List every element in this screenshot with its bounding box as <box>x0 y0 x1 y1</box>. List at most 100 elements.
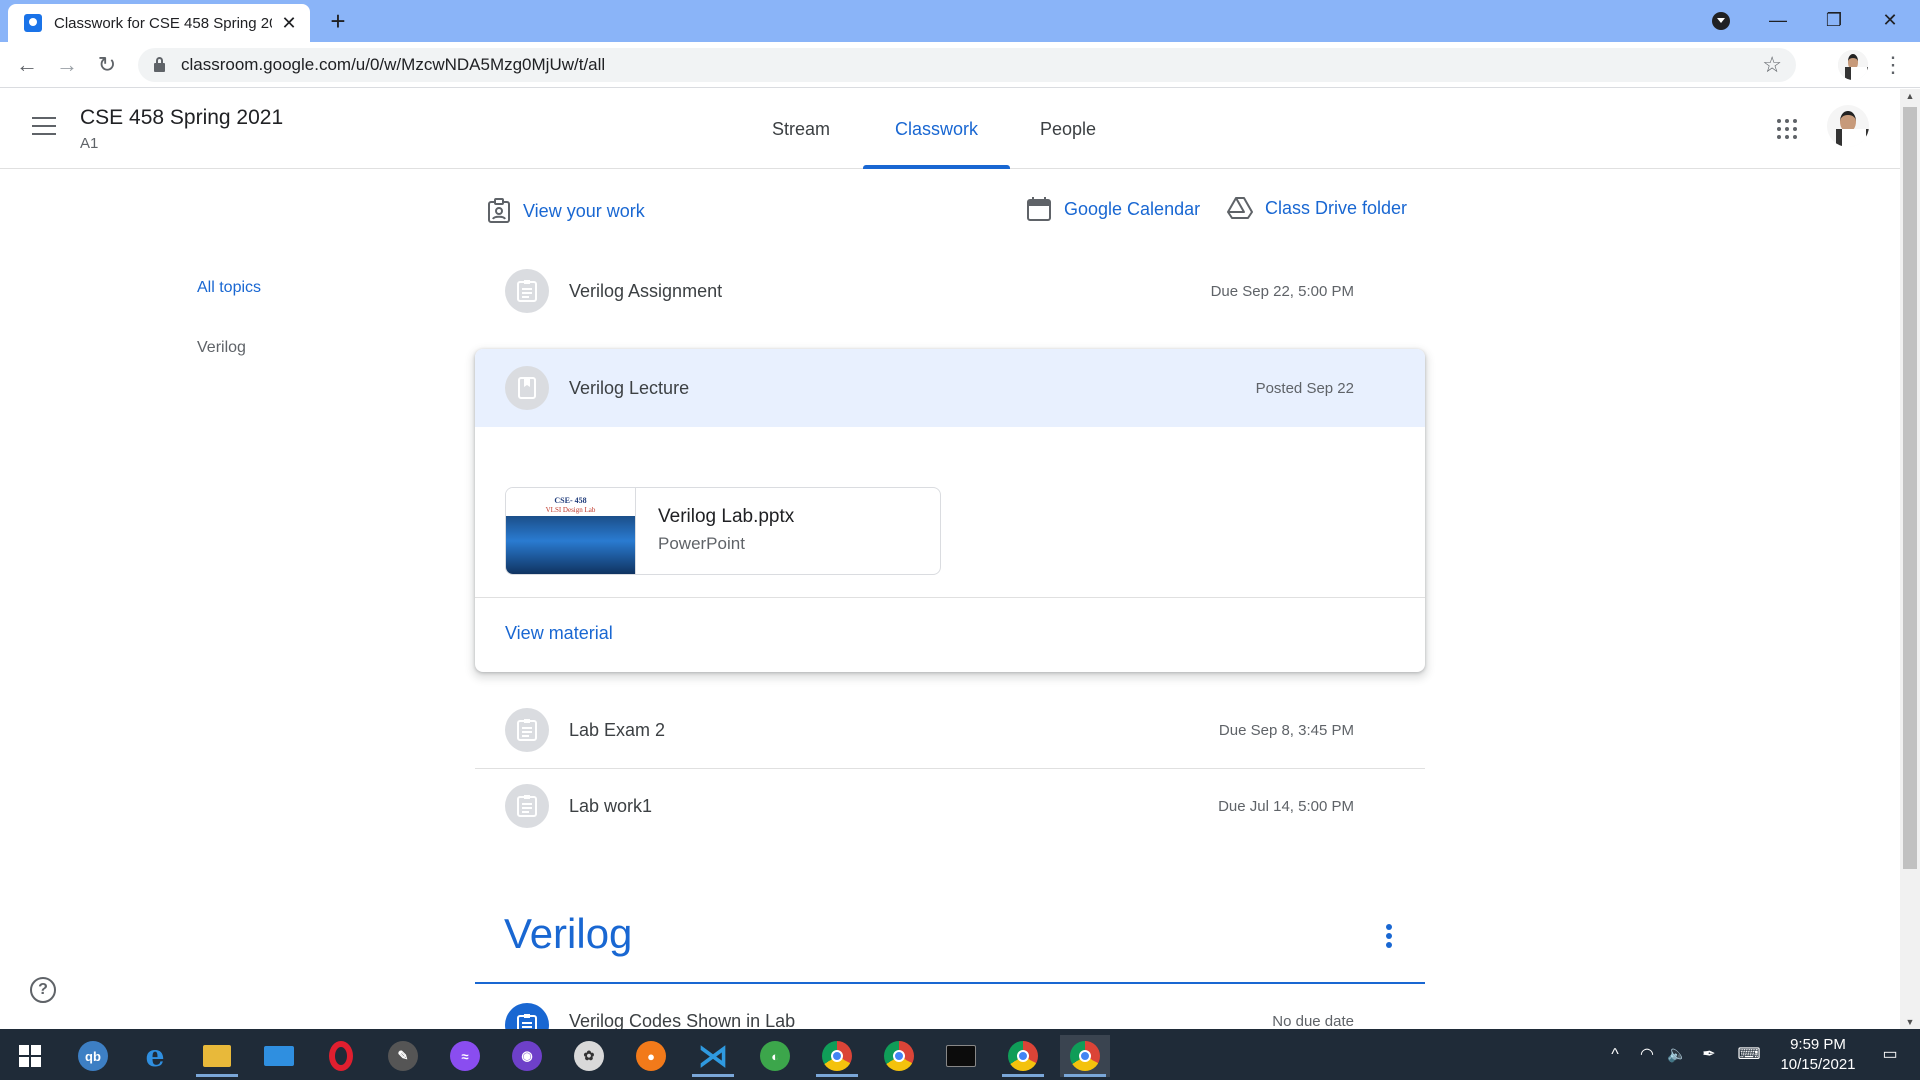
chrome-icon[interactable] <box>874 1035 924 1077</box>
class-drive-folder-label: Class Drive folder <box>1265 197 1408 218</box>
class-title[interactable]: CSE 458 Spring 2021 <box>80 106 283 130</box>
topic-all-topics[interactable]: All topics <box>197 279 261 297</box>
item-title: Verilog Assignment <box>569 280 723 301</box>
page-scrollbar[interactable]: ▲ ▼ <box>1900 89 1920 1029</box>
attachment-type: PowerPoint <box>658 534 745 553</box>
item-due-date: Due Sep 22, 5:00 PM <box>1210 282 1354 300</box>
forward-button[interactable]: → <box>52 50 82 80</box>
firefox-icon[interactable]: ● <box>626 1035 676 1077</box>
clock-time: 9:59 PM <box>1790 1036 1846 1053</box>
tab-stream[interactable]: Stream <box>748 89 854 169</box>
bookmark-star-icon[interactable]: ☆ <box>1762 52 1782 78</box>
assignment-icon <box>505 784 549 828</box>
address-bar[interactable]: classroom.google.com/u/0/w/MzcwNDA5Mzg0M… <box>138 48 1796 82</box>
view-material-link[interactable]: View material <box>505 623 613 644</box>
vscode-icon[interactable]: ⋊ <box>688 1035 738 1077</box>
assignment-icon <box>505 269 549 313</box>
scrollbar-thumb[interactable] <box>1903 107 1917 869</box>
earth-icon[interactable]: ◐ <box>750 1035 800 1077</box>
keyboard-icon[interactable]: ⌨ <box>1732 1029 1766 1080</box>
view-your-work-link[interactable]: View your work <box>487 198 645 224</box>
github-desktop-icon[interactable]: ◉ <box>502 1035 552 1077</box>
item-due-date: Due Jul 14, 5:00 PM <box>1218 797 1354 815</box>
notifications-icon[interactable]: ▭ <box>1870 1029 1910 1080</box>
classwork-item[interactable]: Verilog Codes Shown in Lab No due date <box>475 981 1425 1029</box>
assignment-icon <box>505 1003 549 1029</box>
windows-start-icon[interactable] <box>5 1035 55 1077</box>
assignment-icon <box>505 708 549 752</box>
item-title: Verilog Lecture <box>569 377 690 398</box>
classwork-item-expanded[interactable]: Verilog Lecture Posted Sep 22 <box>475 349 1425 427</box>
class-section: A1 <box>80 135 99 152</box>
address-bar-row: ← → ↻ classroom.google.com/u/0/w/MzcwNDA… <box>0 42 1920 88</box>
tab-title: Classwork for CSE 458 Spring 20... <box>54 14 272 32</box>
topic-heading[interactable]: Verilog <box>504 910 632 958</box>
scroll-up-icon[interactable]: ▲ <box>1900 91 1920 101</box>
tab-search-icon[interactable] <box>1712 12 1730 30</box>
item-title: Lab work1 <box>569 795 653 816</box>
browser-menu-icon[interactable]: ⋮ <box>1882 50 1904 80</box>
google-calendar-link[interactable]: Google Calendar <box>1026 196 1200 222</box>
close-window-button[interactable]: ✕ <box>1862 0 1918 42</box>
network-icon[interactable]: ◠ <box>1632 1029 1662 1080</box>
classwork-item[interactable]: Lab work1 Due Jul 14, 5:00 PM <box>475 768 1425 844</box>
mail-icon[interactable] <box>254 1035 304 1077</box>
item-title: Verilog Codes Shown in Lab <box>569 1011 796 1029</box>
scroll-down-icon[interactable]: ▼ <box>1900 1017 1920 1027</box>
classroom-favicon-icon <box>24 14 42 32</box>
volume-icon[interactable]: 🔈 <box>1662 1029 1692 1080</box>
item-title: Lab Exam 2 <box>569 719 666 740</box>
google-calendar-label: Google Calendar <box>1064 198 1201 219</box>
messenger-icon[interactable]: ≈ <box>440 1035 490 1077</box>
tab-people[interactable]: People <box>1016 89 1120 169</box>
terminal-icon[interactable] <box>936 1035 986 1077</box>
windows-taskbar: qb e ✎ ≈ ◉ ✿ ● ⋊ ◐ ^ ◠ 🔈 ✒ ⌨ 9:59 PM 10/… <box>0 1029 1920 1080</box>
back-button[interactable]: ← <box>12 50 42 80</box>
help-icon[interactable]: ? <box>30 977 56 1003</box>
attachment-thumbnail: CSE- 458 VLSI Design Lab <box>506 488 636 574</box>
system-clock[interactable]: 9:59 PM 10/15/2021 <box>1770 1035 1866 1075</box>
qbittorrent-icon[interactable]: qb <box>68 1035 118 1077</box>
restore-button[interactable]: ❐ <box>1806 0 1862 42</box>
minimize-button[interactable]: — <box>1750 0 1806 42</box>
paint-icon[interactable]: ✿ <box>564 1035 614 1077</box>
chrome-icon[interactable] <box>812 1035 862 1077</box>
edge-icon[interactable]: e <box>130 1035 180 1077</box>
topic-more-options-icon[interactable] <box>1384 924 1394 952</box>
reload-button[interactable]: ↻ <box>92 50 122 80</box>
lock-icon <box>154 57 165 72</box>
chrome-profile-icon[interactable] <box>998 1035 1048 1077</box>
show-hidden-icons-icon[interactable]: ^ <box>1600 1029 1630 1080</box>
google-drive-icon <box>1227 197 1253 219</box>
classwork-item[interactable]: Verilog Assignment Due Sep 22, 5:00 PM <box>475 253 1425 329</box>
chrome-active-icon[interactable] <box>1060 1035 1110 1077</box>
attachment-card[interactable]: CSE- 458 VLSI Design Lab Verilog Lab.ppt… <box>505 487 941 575</box>
tab-classwork[interactable]: Classwork <box>863 89 1010 169</box>
pen-icon[interactable]: ✒ <box>1694 1029 1724 1080</box>
url-text: classroom.google.com/u/0/w/MzcwNDA5Mzg0M… <box>181 55 606 74</box>
assignment-ind-icon <box>488 198 510 223</box>
inkscape-icon[interactable]: ✎ <box>378 1035 428 1077</box>
thumbnail-title: CSE- 458 <box>554 496 587 505</box>
google-apps-icon[interactable] <box>1777 119 1797 139</box>
browser-tab[interactable]: Classwork for CSE 458 Spring 20... ✕ <box>8 4 310 42</box>
hamburger-menu-icon[interactable] <box>32 117 56 135</box>
opera-icon[interactable] <box>316 1035 366 1077</box>
topic-verilog[interactable]: Verilog <box>197 339 246 357</box>
browser-profile-avatar[interactable] <box>1838 50 1868 80</box>
item-posted-date: Posted Sep 22 <box>1255 379 1354 397</box>
clock-date: 10/15/2021 <box>1780 1056 1856 1073</box>
view-your-work-label: View your work <box>523 200 645 221</box>
classwork-item[interactable]: Lab Exam 2 Due Sep 8, 3:45 PM <box>475 692 1425 768</box>
new-tab-button[interactable]: + <box>322 4 354 38</box>
browser-tabstrip: Classwork for CSE 458 Spring 20... ✕ + —… <box>0 0 1920 42</box>
attachment-name: Verilog Lab.pptx <box>658 506 795 527</box>
account-avatar[interactable] <box>1827 105 1869 147</box>
close-tab-icon[interactable]: ✕ <box>280 13 298 34</box>
material-book-icon <box>505 366 549 410</box>
calendar-icon <box>1027 197 1051 221</box>
file-explorer-icon[interactable] <box>192 1035 242 1077</box>
thumbnail-subtitle: VLSI Design Lab <box>545 506 596 514</box>
card-divider <box>475 597 1425 598</box>
class-drive-folder-link[interactable]: Class Drive folder <box>1227 196 1407 220</box>
